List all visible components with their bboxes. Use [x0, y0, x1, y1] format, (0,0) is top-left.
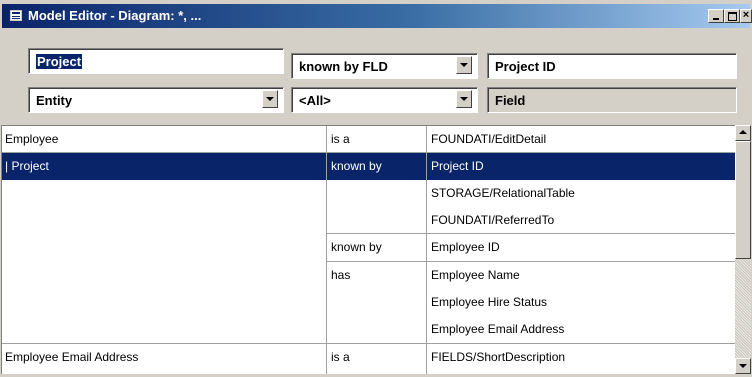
object-cell[interactable]: STORAGE/RelationalTable	[427, 180, 735, 207]
object-cell[interactable]: FIELDS/ShortDescription	[427, 344, 735, 371]
subject-cell[interactable]	[2, 262, 327, 289]
relation-cell[interactable]	[327, 207, 427, 234]
title-bar[interactable]: Model Editor - Diagram: *, ... ×	[2, 4, 752, 28]
object-cell[interactable]: Employee Hire Status	[427, 289, 735, 316]
scroll-down-arrow-icon[interactable]	[735, 358, 751, 374]
relation-cell[interactable]	[327, 180, 427, 207]
subject-type-value: Entity	[36, 93, 73, 108]
grid-line	[327, 261, 735, 262]
subject-type-select[interactable]: Entity	[28, 87, 284, 113]
table-row-selected[interactable]: | Project known by Project ID	[2, 153, 735, 180]
relation-cell[interactable]: is a	[327, 126, 427, 153]
grid-line	[327, 233, 735, 234]
table-row[interactable]: Employee Email Address	[2, 316, 735, 343]
subject-cell[interactable]	[2, 289, 327, 316]
object-cell[interactable]: FOUNDATI/ReferredTo	[427, 207, 735, 234]
relation-select-value: known by FLD	[299, 59, 388, 74]
subject-cell[interactable]	[2, 180, 327, 207]
table-row[interactable]: Employee Hire Status	[2, 289, 735, 316]
table-row[interactable]: Employee Email Address is a FIELDS/Short…	[2, 344, 735, 371]
minimize-button[interactable]	[708, 9, 724, 23]
grid-line	[2, 343, 735, 344]
model-editor-window: Model Editor - Diagram: *, ... × Project…	[0, 0, 752, 377]
subject-cell[interactable]: | Project	[2, 153, 327, 180]
relation-filter-value: <All>	[299, 93, 331, 108]
relation-filter-dropdown-arrow-icon[interactable]	[456, 90, 472, 108]
maximize-icon	[728, 12, 737, 21]
grid-line	[2, 152, 735, 153]
relation-cell[interactable]	[327, 289, 427, 316]
target-value-text: Project ID	[495, 59, 556, 74]
object-cell[interactable]: Employee Email Address	[427, 316, 735, 343]
window-title: Model Editor - Diagram: *, ...	[28, 8, 202, 23]
object-cell[interactable]: Employee ID	[427, 234, 735, 261]
subject-cell[interactable]	[2, 207, 327, 234]
table-row[interactable]: known by Employee ID	[2, 234, 735, 261]
subject-selected-text: Project	[36, 54, 83, 69]
relation-cell[interactable]	[327, 316, 427, 343]
subject-input[interactable]: Project	[28, 48, 284, 74]
relation-cell[interactable]: is a	[327, 344, 427, 371]
subject-cell[interactable]: Employee Email Address	[2, 344, 327, 371]
object-cell[interactable]: Project ID	[427, 153, 735, 180]
target-value-input[interactable]: Project ID	[487, 53, 737, 79]
subject-type-dropdown-arrow-icon[interactable]	[262, 90, 278, 108]
model-editor-icon[interactable]	[10, 10, 22, 21]
object-cell[interactable]: Employee Name	[427, 262, 735, 289]
target-type-label-box: Field	[487, 87, 737, 113]
subject-cell-text: Project	[11, 159, 49, 173]
relation-select[interactable]: known by FLD	[291, 53, 478, 79]
table-row[interactable]: FOUNDATI/ReferredTo	[2, 207, 735, 234]
subject-input-text: Project	[36, 54, 83, 69]
column-divider	[326, 126, 327, 374]
scroll-up-arrow-icon[interactable]	[735, 125, 751, 141]
relation-cell[interactable]: known by	[327, 234, 427, 261]
table-row[interactable]: has Employee Name	[2, 262, 735, 289]
maximize-button[interactable]	[724, 9, 740, 23]
subject-cell[interactable]	[2, 316, 327, 343]
relation-cell[interactable]: has	[327, 262, 427, 289]
relation-dropdown-arrow-icon[interactable]	[456, 56, 472, 74]
object-cell[interactable]: FOUNDATI/EditDetail	[427, 126, 735, 153]
column-divider	[426, 126, 427, 374]
relations-grid: Employee is a FOUNDATI/EditDetail | Proj…	[1, 125, 735, 374]
subject-cell[interactable]: Employee	[2, 126, 327, 153]
table-row[interactable]: STORAGE/RelationalTable	[2, 180, 735, 207]
close-icon: ×	[742, 9, 750, 21]
relation-cell[interactable]: known by	[327, 153, 427, 180]
target-type-label: Field	[495, 93, 526, 108]
relation-filter-select[interactable]: <All>	[291, 87, 478, 113]
minimize-icon	[713, 18, 719, 20]
table-row[interactable]: Employee is a FOUNDATI/EditDetail	[2, 126, 735, 153]
scroll-thumb[interactable]	[735, 141, 751, 259]
subject-cell[interactable]	[2, 234, 327, 261]
close-button[interactable]: ×	[740, 9, 752, 23]
vertical-scrollbar[interactable]	[735, 125, 751, 374]
